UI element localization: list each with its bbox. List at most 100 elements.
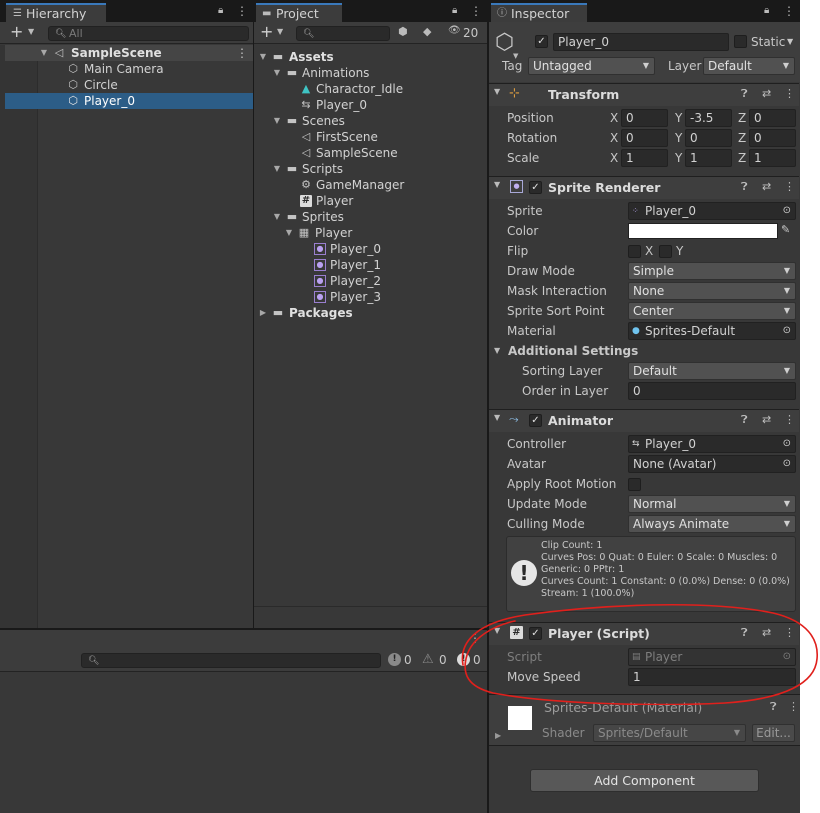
draw-mode-dropdown[interactable]: Simple ▼ xyxy=(628,262,796,280)
culling-mode-dropdown[interactable]: Always Animate ▼ xyxy=(628,515,796,533)
chevron-down-icon[interactable]: ▼ xyxy=(277,27,283,36)
axis-z-label[interactable]: Z xyxy=(738,129,746,147)
expand-arrow-icon[interactable]: ▼ xyxy=(494,343,500,359)
expand-arrow-icon[interactable]: ▼ xyxy=(494,180,500,189)
enabled-checkbox[interactable]: ✓ xyxy=(529,627,542,640)
active-checkbox[interactable]: ✓ xyxy=(535,35,548,48)
shader-dropdown[interactable]: Sprites/Default ▼ xyxy=(593,724,746,742)
kebab-menu-icon[interactable]: ⋮ xyxy=(783,4,795,18)
scale-z-field[interactable]: 1 xyxy=(749,149,796,167)
add-icon[interactable]: + xyxy=(260,22,273,41)
axis-x-label[interactable]: X xyxy=(610,109,618,127)
preset-sliders-icon[interactable]: ⇄ xyxy=(762,180,771,193)
kebab-menu-icon[interactable]: ⋮ xyxy=(469,631,481,645)
object-name-field[interactable]: Player_0 xyxy=(553,33,729,51)
axis-y-label[interactable]: Y xyxy=(675,109,682,127)
object-picker-icon[interactable]: ⊙ xyxy=(783,323,791,339)
lock-icon[interactable]: 🔒︎ xyxy=(218,5,223,16)
expand-arrow-icon[interactable]: ▼ xyxy=(284,225,294,241)
tab-project[interactable]: ▬ Project xyxy=(256,3,342,22)
axis-z-label[interactable]: Z xyxy=(738,109,746,127)
tree-sprites[interactable]: ▼ ▬ Sprites xyxy=(272,209,486,225)
object-picker-icon[interactable]: ⊙ xyxy=(783,456,791,472)
sprite-object-field[interactable]: ⁘ Player_0 ⊙ xyxy=(628,202,796,220)
update-mode-dropdown[interactable]: Normal ▼ xyxy=(628,495,796,513)
add-icon[interactable]: + xyxy=(10,22,23,41)
expand-arrow-icon[interactable]: ▼ xyxy=(272,113,282,129)
expand-arrow-icon[interactable]: ▼ xyxy=(272,65,282,81)
help-icon[interactable]: ❓︎ xyxy=(770,700,777,714)
component-menu-icon[interactable]: ⋮ xyxy=(784,180,795,193)
enabled-checkbox[interactable]: ✓ xyxy=(529,414,542,427)
position-x-field[interactable]: 0 xyxy=(621,109,668,127)
static-checkbox[interactable] xyxy=(734,35,747,48)
tree-sample-scene[interactable]: ◁ SampleScene xyxy=(298,145,486,161)
scale-y-field[interactable]: 1 xyxy=(685,149,732,167)
tree-animations[interactable]: ▼ ▬ Animations xyxy=(272,65,486,81)
player-script-header[interactable]: ▼ # ✓ Player (Script) ❓︎ ⇄ ⋮ xyxy=(489,622,799,645)
expand-arrow-icon[interactable]: ▶ xyxy=(495,731,501,740)
scene-header-row[interactable]: ▼ ◁ SampleScene ⋮ xyxy=(5,45,253,61)
order-in-layer-field[interactable]: 0 xyxy=(628,382,796,400)
component-menu-icon[interactable]: ⋮ xyxy=(784,87,795,100)
move-speed-field[interactable]: 1 xyxy=(628,668,796,686)
expand-arrow-icon[interactable]: ▼ xyxy=(494,87,500,96)
tab-inspector[interactable]: ⓘ Inspector xyxy=(491,3,587,22)
tree-first-scene[interactable]: ◁ FirstScene xyxy=(298,129,486,145)
log-count-button[interactable]: ! 0 xyxy=(386,652,418,669)
flip-x-checkbox[interactable] xyxy=(628,245,641,258)
avatar-object-field[interactable]: None (Avatar) ⊙ xyxy=(628,455,796,473)
error-count-button[interactable]: ! 0 xyxy=(455,652,487,669)
position-z-field[interactable]: 0 xyxy=(749,109,796,127)
tree-packages[interactable]: ▶ ▬ Packages xyxy=(258,305,486,321)
color-swatch[interactable] xyxy=(628,223,778,239)
hierarchy-item-circle[interactable]: ⬡ Circle xyxy=(5,77,253,93)
animator-header[interactable]: ▼ ⤳ ✓ Animator ❓︎ ⇄ ⋮ xyxy=(489,409,799,432)
tree-player-sheet[interactable]: ▼ ▦ Player xyxy=(284,225,486,241)
help-icon[interactable]: ❓︎ xyxy=(741,87,748,101)
tree-scenes[interactable]: ▼ ▬ Scenes xyxy=(272,113,486,129)
rotation-z-field[interactable]: 0 xyxy=(749,129,796,147)
hierarchy-item-player-0[interactable]: ⬡ Player_0 xyxy=(5,93,253,109)
layer-dropdown[interactable]: Default ▼ xyxy=(703,57,795,75)
scale-x-field[interactable]: 1 xyxy=(621,149,668,167)
eye-hidden-icon[interactable]: 👁︎ xyxy=(448,25,461,36)
collapse-arrow-icon[interactable]: ▶ xyxy=(258,305,268,321)
axis-x-label[interactable]: X xyxy=(610,129,618,147)
lock-icon[interactable]: 🔒︎ xyxy=(764,5,769,16)
chevron-down-icon[interactable]: ▼ xyxy=(787,33,793,51)
tree-sprite-player-2[interactable]: ● Player_2 xyxy=(312,273,486,289)
tree-scripts[interactable]: ▼ ▬ Scripts xyxy=(272,161,486,177)
axis-y-label[interactable]: Y xyxy=(675,149,682,167)
help-icon[interactable]: ❓︎ xyxy=(741,413,748,427)
apply-root-motion-checkbox[interactable] xyxy=(628,478,641,491)
flip-y-checkbox[interactable] xyxy=(659,245,672,258)
add-component-button[interactable]: Add Component xyxy=(530,769,759,792)
tree-player-script[interactable]: # Player xyxy=(298,193,486,209)
tab-hierarchy[interactable]: ☰ Hierarchy xyxy=(6,3,106,22)
label-tag-icon[interactable]: ◆ xyxy=(423,25,431,38)
object-picker-icon[interactable]: ⊙ xyxy=(783,203,791,219)
preset-sliders-icon[interactable]: ⇄ xyxy=(762,413,771,426)
controller-object-field[interactable]: ⇆ Player_0 ⊙ xyxy=(628,435,796,453)
expand-arrow-icon[interactable]: ▼ xyxy=(39,45,49,61)
tag-dropdown[interactable]: Untagged ▼ xyxy=(528,57,655,75)
material-object-field[interactable]: ● Sprites-Default ⊙ xyxy=(628,322,796,340)
help-icon[interactable]: ❓︎ xyxy=(741,180,748,194)
rotation-x-field[interactable]: 0 xyxy=(621,129,668,147)
enabled-checkbox[interactable]: ✓ xyxy=(529,181,542,194)
tree-sprite-player-0[interactable]: ● Player_0 xyxy=(312,241,486,257)
expand-arrow-icon[interactable]: ▼ xyxy=(272,161,282,177)
expand-arrow-icon[interactable]: ▼ xyxy=(494,413,500,422)
transform-header[interactable]: ▼ ⊹ Transform ❓︎ ⇄ ⋮ xyxy=(489,83,799,106)
expand-arrow-icon[interactable]: ▼ xyxy=(258,49,268,65)
preset-sliders-icon[interactable]: ⇄ xyxy=(762,87,771,100)
rotation-y-field[interactable]: 0 xyxy=(685,129,732,147)
kebab-menu-icon[interactable]: ⋮ xyxy=(236,4,248,18)
shader-edit-button[interactable]: Edit... xyxy=(752,724,795,742)
axis-z-label[interactable]: Z xyxy=(738,149,746,167)
sorting-layer-dropdown[interactable]: Default ▼ xyxy=(628,362,796,380)
panel-divider[interactable] xyxy=(253,0,254,628)
sprite-renderer-header[interactable]: ▼ ● ✓ Sprite Renderer ❓︎ ⇄ ⋮ xyxy=(489,176,799,199)
tree-sprite-player-3[interactable]: ● Player_3 xyxy=(312,289,486,305)
